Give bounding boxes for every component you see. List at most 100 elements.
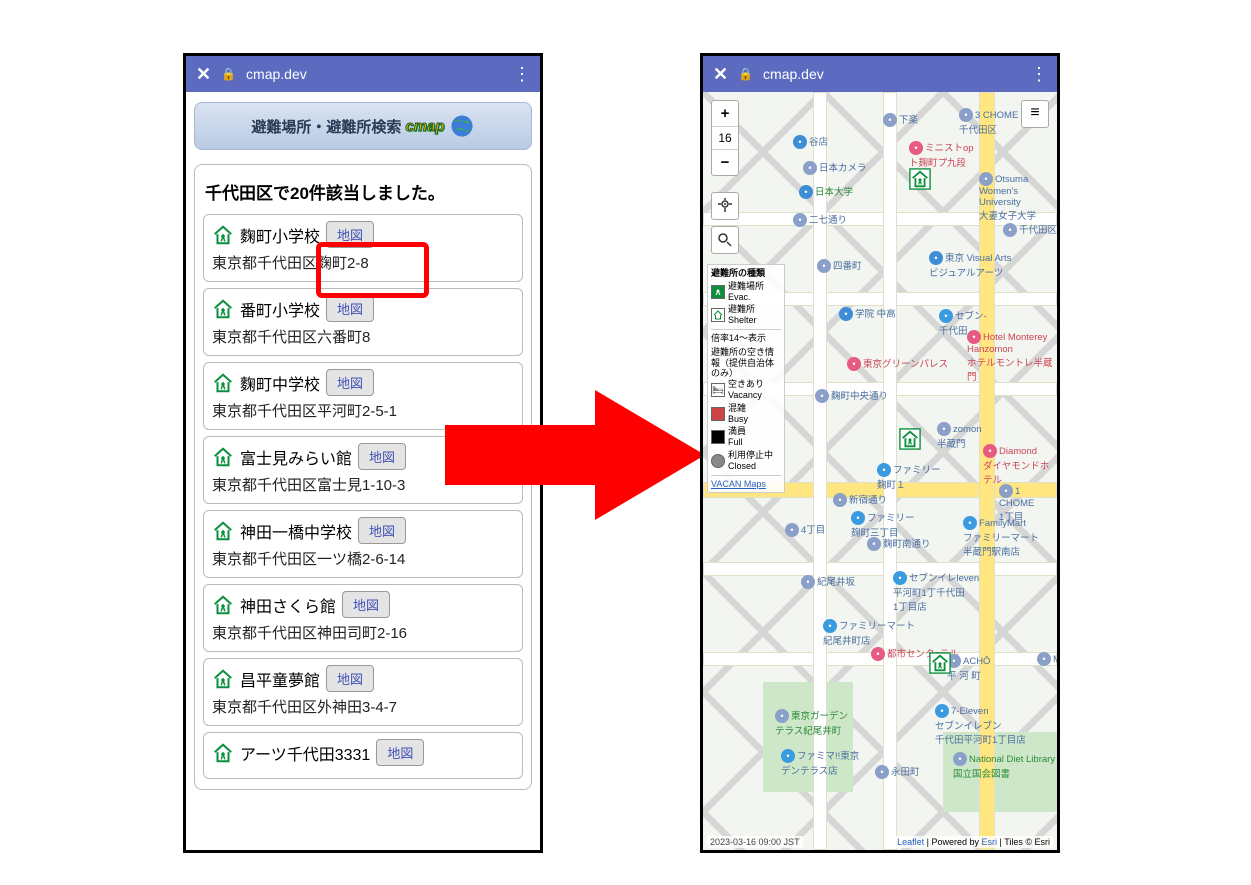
map-button[interactable]: 地図 (358, 443, 406, 470)
map-poi[interactable]: •ACHŌ 平 河 町 (947, 654, 990, 682)
shelter-icon (212, 594, 234, 616)
map-poi[interactable]: •日本大学 (799, 184, 853, 199)
map-poi[interactable]: •Diamond ダイヤモンドホテル (983, 444, 1057, 486)
poi-icon: • (801, 575, 815, 589)
kebab-menu-icon[interactable]: ⋮ (1030, 64, 1047, 85)
map-area[interactable]: + 16 − ≡ 避難所の種類 避難場所 Evac. 避難所 Shelter 倍… (703, 92, 1057, 850)
poi-icon: • (781, 749, 795, 763)
poi-label: 麴町南通り (883, 539, 931, 550)
result-name: 番町小学校 (240, 297, 320, 321)
map-poi[interactable]: •セブンイレleven 平河町1丁千代田 1丁目店 (893, 570, 979, 613)
poi-icon: • (839, 307, 853, 321)
url-text: cmap.dev (246, 66, 503, 82)
poi-icon: • (979, 172, 993, 186)
map-poi[interactable]: •麴町中央通り (815, 388, 888, 403)
map-button[interactable]: 地図 (358, 517, 406, 544)
map-poi[interactable]: •Miy (1037, 652, 1057, 666)
result-name: 麴町中学校 (240, 371, 320, 395)
shelter-icon (212, 298, 234, 320)
poi-label: Miy (1053, 654, 1057, 665)
map-poi[interactable]: •7-Eleven セブンイレブン 千代田平河町1丁目店 (935, 704, 1026, 746)
map-poi[interactable]: •東京 Visual Arts ビジュアルアーツ (929, 250, 1011, 279)
zoom-in-button[interactable]: + (712, 101, 738, 127)
poi-icon: • (793, 135, 807, 149)
map-poi[interactable]: •東京グリーンパレス (847, 356, 948, 371)
poi-label: 二七通り (809, 215, 847, 226)
map-poi[interactable]: •四番町 (817, 258, 862, 273)
kebab-menu-icon[interactable]: ⋮ (513, 64, 530, 85)
map-poi[interactable]: •日本カメラ (803, 160, 867, 175)
map-poi[interactable]: •下楽 (883, 112, 918, 127)
shelter-marker[interactable] (899, 428, 921, 450)
result-item: 神田一橋中学校 地図 東京都千代田区一ツ橋2-6-14 (203, 510, 523, 578)
poi-icon: • (785, 523, 799, 537)
map-poi[interactable]: •千代田区 (1003, 222, 1057, 237)
shelter-marker[interactable] (929, 652, 951, 674)
poi-icon: • (963, 516, 977, 530)
locate-button[interactable] (711, 192, 739, 220)
search-icon (717, 232, 733, 248)
url-text: cmap.dev (763, 66, 1020, 82)
result-name: 麴町小学校 (240, 223, 320, 247)
legend-vacancy: 空きあり Vacancy (728, 379, 764, 401)
poi-icon: • (775, 709, 789, 723)
map-poi[interactable]: •ミニストop ト麹町プ九段 (909, 140, 974, 169)
map-poi[interactable]: •ファミマ!!東京 デンテラス店 (781, 748, 859, 777)
poi-icon: • (953, 752, 967, 766)
map-button[interactable]: 地図 (326, 295, 374, 322)
map-poi[interactable]: •新宿通り (833, 492, 887, 507)
poi-icon: • (883, 113, 897, 127)
zoom-out-button[interactable]: − (712, 150, 738, 175)
map-button[interactable]: 地図 (376, 739, 424, 766)
map-poi[interactable]: •4丁目 (785, 522, 825, 537)
map-poi[interactable]: •紀尾井坂 (801, 574, 855, 589)
map-menu-button[interactable]: ≡ (1021, 100, 1049, 128)
logo-text: cmap (405, 118, 444, 135)
esri-link[interactable]: Esri (982, 837, 998, 847)
browser-bar: ✕ 🔒 cmap.dev ⋮ (186, 56, 540, 92)
shelter-icon (212, 668, 234, 690)
map-button[interactable]: 地図 (326, 369, 374, 396)
map-button[interactable]: 地図 (326, 221, 374, 248)
map-poi[interactable]: •東京ガーデン テラス紀尾井町 (775, 708, 848, 737)
lock-icon: 🔒 (738, 67, 753, 81)
map-poi[interactable]: •永田町 (875, 764, 920, 779)
map-poi[interactable]: •二七通り (793, 212, 847, 227)
poi-icon: • (909, 141, 923, 155)
hamburger-icon: ≡ (1030, 104, 1039, 121)
map-poi[interactable]: •zomon 半蔵門 (937, 422, 982, 450)
shelter-marker[interactable] (909, 168, 931, 190)
poi-label: 四番町 (833, 261, 862, 272)
map-poi[interactable]: •Hotel Monterey Hanzomon ホテルモントレ半蔵門 (967, 330, 1057, 383)
map-poi[interactable]: •麴町南通り (867, 536, 931, 551)
vacan-link[interactable]: VACAN Maps (711, 479, 766, 489)
result-name: 富士見みらい館 (240, 445, 352, 469)
result-address: 東京都千代田区麴町2-8 (212, 252, 514, 273)
map-poi[interactable]: •ファミリー 麴町１ (877, 462, 941, 491)
shelter-marker-icon (899, 428, 921, 450)
map-button[interactable]: 地図 (342, 591, 390, 618)
close-icon[interactable]: ✕ (713, 64, 728, 85)
legend-busy: 混雑 Busy (728, 403, 748, 425)
poi-label: 紀尾井坂 (817, 577, 855, 588)
poi-label: 日本カメラ (819, 163, 867, 174)
search-button[interactable] (711, 226, 739, 254)
poi-icon: • (959, 108, 973, 122)
map-poi[interactable]: •学院 中高 (839, 306, 896, 321)
map-button[interactable]: 地図 (326, 665, 374, 692)
map-poi[interactable]: •谷店 (793, 134, 828, 149)
close-icon[interactable]: ✕ (196, 64, 211, 85)
map-poi[interactable]: •FamilyMart ファミリーマート 半蔵門駅南店 (963, 516, 1039, 558)
full-icon (711, 430, 725, 444)
poi-icon: • (817, 259, 831, 273)
globe-icon (449, 113, 475, 139)
poi-icon: • (967, 330, 981, 344)
map-poi[interactable]: •3 CHOME 千代田区 (959, 108, 1018, 136)
poi-icon: • (937, 422, 951, 436)
map-poi[interactable]: •National Diet Library 国立国会図書 (953, 752, 1055, 780)
map-poi[interactable]: •Otsuma Women's University 大妻女子大学 (979, 172, 1036, 222)
map-poi[interactable]: •ファミリーマート 紀尾井町店 (823, 618, 915, 647)
map-poi[interactable]: •ファミリー 麹町三丁目 (851, 510, 915, 539)
poi-label: 下楽 (899, 115, 918, 126)
leaflet-link[interactable]: Leaflet (897, 837, 924, 847)
